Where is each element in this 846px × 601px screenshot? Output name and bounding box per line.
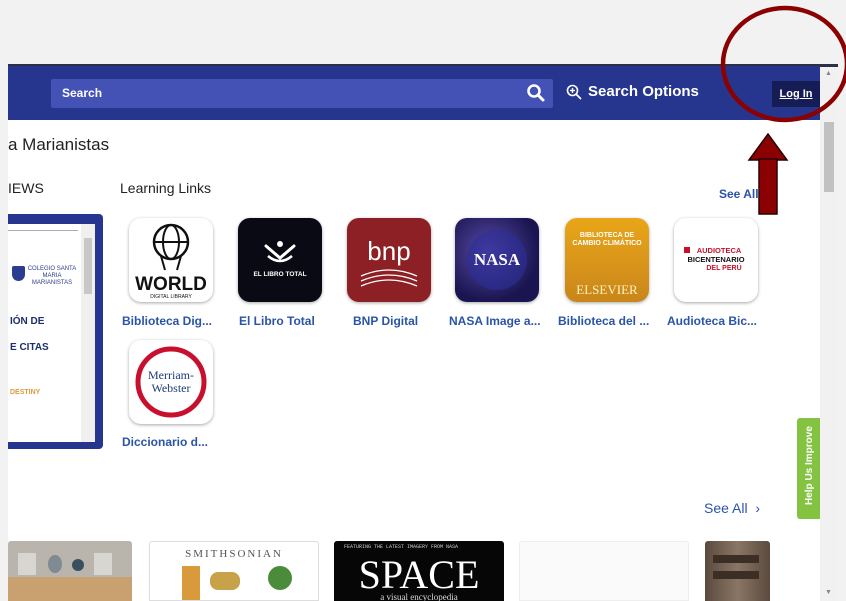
annotation-circle (720, 5, 846, 123)
annotation-overlay (720, 5, 846, 215)
annotation-arrow-icon (747, 132, 789, 161)
annotation-arrow-shaft (758, 158, 778, 215)
